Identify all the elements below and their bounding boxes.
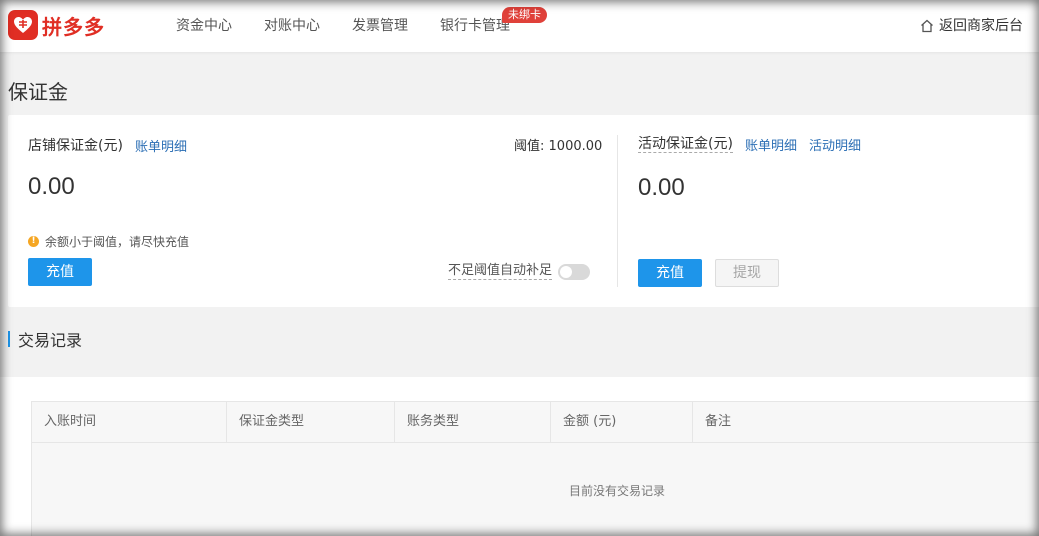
- home-icon: [921, 19, 933, 33]
- activity-deposit-label: 活动保证金(元): [638, 136, 733, 153]
- main-nav: 资金中心 对账中心 发票管理 银行卡管理 未绑卡: [176, 0, 547, 52]
- auto-topup-setting: 不足阈值自动补足: [448, 263, 591, 280]
- auto-topup-label: 不足阈值自动补足: [448, 263, 553, 280]
- store-bill-details-link[interactable]: 账单明细: [135, 136, 187, 155]
- activity-bill-details-link[interactable]: 账单明细: [745, 135, 797, 154]
- threshold-display: 阈值: 1000.00: [514, 135, 602, 154]
- heart-logo-icon: [8, 10, 38, 40]
- nav-item-fund-center[interactable]: 资金中心: [176, 0, 232, 52]
- table-header: 入账时间 保证金类型 账务类型 金额 (元) 备注: [32, 402, 1039, 443]
- empty-records-message: 目前没有交易记录: [568, 484, 665, 498]
- deposit-card: 店铺保证金(元) 账单明细 阈值: 1000.00 0.00 ! 余额小于阈值，…: [8, 115, 1039, 307]
- threshold-label: 阈值:: [514, 139, 545, 154]
- activity-details-link[interactable]: 活动明细: [809, 135, 861, 154]
- auto-topup-toggle[interactable]: [558, 263, 591, 280]
- column-header-amount: 金额 (元): [551, 402, 693, 442]
- store-deposit-amount: 0.00: [28, 173, 75, 200]
- column-header-posting-time: 入账时间: [32, 402, 227, 442]
- back-link-label: 返回商家后台: [939, 18, 1023, 34]
- nav-item-invoice-management[interactable]: 发票管理: [352, 0, 408, 52]
- activity-deposit-amount: 0.00: [638, 174, 685, 201]
- activity-recharge-button[interactable]: 充值: [638, 259, 702, 287]
- nav-item-reconciliation-center[interactable]: 对账中心: [264, 0, 320, 52]
- pinduoduo-logo[interactable]: 拼多多: [8, 9, 105, 41]
- store-recharge-button[interactable]: 充值: [28, 258, 92, 286]
- warning-text: 余额小于阈值，请尽快充值: [45, 235, 190, 249]
- back-to-merchant-link[interactable]: 返回商家后台: [920, 0, 1023, 52]
- unbound-card-badge: 未绑卡: [502, 7, 547, 23]
- records-accent-bar: [8, 331, 10, 347]
- store-deposit-label: 店铺保证金(元): [28, 138, 123, 154]
- column-header-remarks: 备注: [705, 414, 732, 429]
- records-header: 交易记录: [8, 329, 83, 350]
- records-panel: 入账时间 保证金类型 账务类型 金额 (元) 备注 目前没有交易记录: [0, 377, 1039, 536]
- records-title: 交易记录: [18, 331, 83, 350]
- page-title: 保证金: [8, 80, 68, 104]
- card-divider: [617, 135, 618, 287]
- low-balance-warning: ! 余额小于阈值，请尽快充值: [28, 233, 189, 250]
- top-navigation: 拼多多 资金中心 对账中心 发票管理 银行卡管理 未绑卡 返回商家后台: [0, 0, 1039, 52]
- withdraw-button[interactable]: 提现: [715, 259, 779, 287]
- nav-item-bank-card-management[interactable]: 银行卡管理 未绑卡: [440, 0, 547, 52]
- nav-item-label: 银行卡管理: [440, 18, 510, 34]
- toggle-knob: [560, 265, 573, 278]
- column-header-deposit-type: 保证金类型: [227, 402, 395, 442]
- threshold-value: 1000.00: [548, 139, 603, 154]
- column-header-accounting-type: 账务类型: [395, 402, 551, 442]
- warning-icon: !: [28, 236, 39, 247]
- records-table: 入账时间 保证金类型 账务类型 金额 (元) 备注 目前没有交易记录: [31, 401, 1039, 536]
- logo-text: 拼多多: [42, 14, 105, 39]
